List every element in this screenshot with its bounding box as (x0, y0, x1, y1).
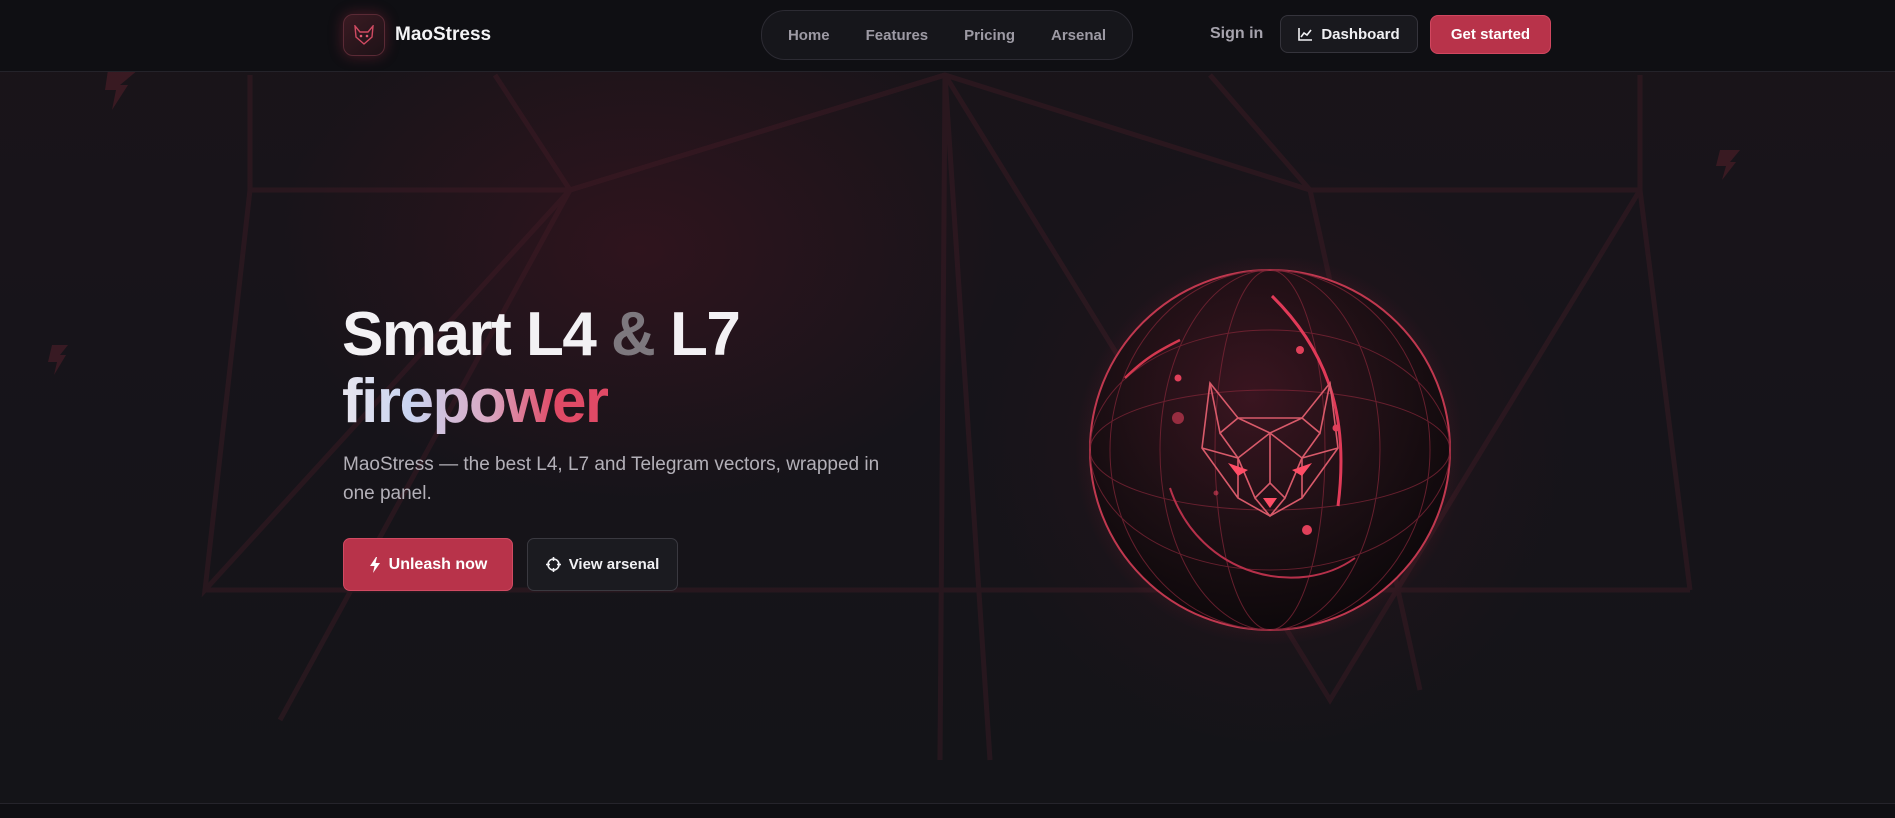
unleash-now-button[interactable]: Unleash now (343, 538, 513, 591)
get-started-label: Get started (1450, 26, 1531, 43)
nav-arsenal[interactable]: Arsenal (1051, 27, 1106, 44)
nav-features[interactable]: Features (866, 27, 929, 44)
brand-logo[interactable]: MaoStress (343, 14, 491, 56)
cat-globe-illustration (1075, 258, 1460, 645)
chart-line-icon (1298, 28, 1313, 41)
hero-title: Smart L4 & L7 (342, 300, 741, 369)
hero-subtitle: MaoStress — the best L4, L7 and Telegram… (343, 454, 880, 504)
nav-pricing[interactable]: Pricing (964, 27, 1015, 44)
dashboard-button[interactable]: Dashboard (1280, 15, 1418, 53)
main-nav: Home Features Pricing Arsenal (761, 10, 1133, 60)
brand-name: MaoStress (395, 24, 492, 45)
hero-title-part1: Smart L4 (342, 300, 612, 369)
crosshair-icon (545, 557, 561, 572)
wireframe-background (48, 70, 1740, 761)
get-started-button[interactable]: Get started (1430, 15, 1551, 54)
top-header: MaoStress Home Features Pricing Arsenal … (0, 0, 1895, 72)
next-section-edge (0, 804, 1895, 818)
sign-in-link[interactable]: Sign in (1210, 25, 1263, 43)
unleash-now-label: Unleash now (388, 555, 488, 573)
lightning-icon (369, 556, 380, 573)
hero-title-part2: L7 (654, 300, 741, 369)
nav-home[interactable]: Home (788, 27, 830, 44)
cat-logo-icon (343, 14, 385, 56)
hero-title-line2: firepower (342, 367, 609, 436)
view-arsenal-label: View arsenal (568, 556, 660, 573)
hero-title-ampersand: & (611, 300, 656, 369)
view-arsenal-button[interactable]: View arsenal (527, 538, 678, 591)
dashboard-label: Dashboard (1321, 25, 1400, 43)
